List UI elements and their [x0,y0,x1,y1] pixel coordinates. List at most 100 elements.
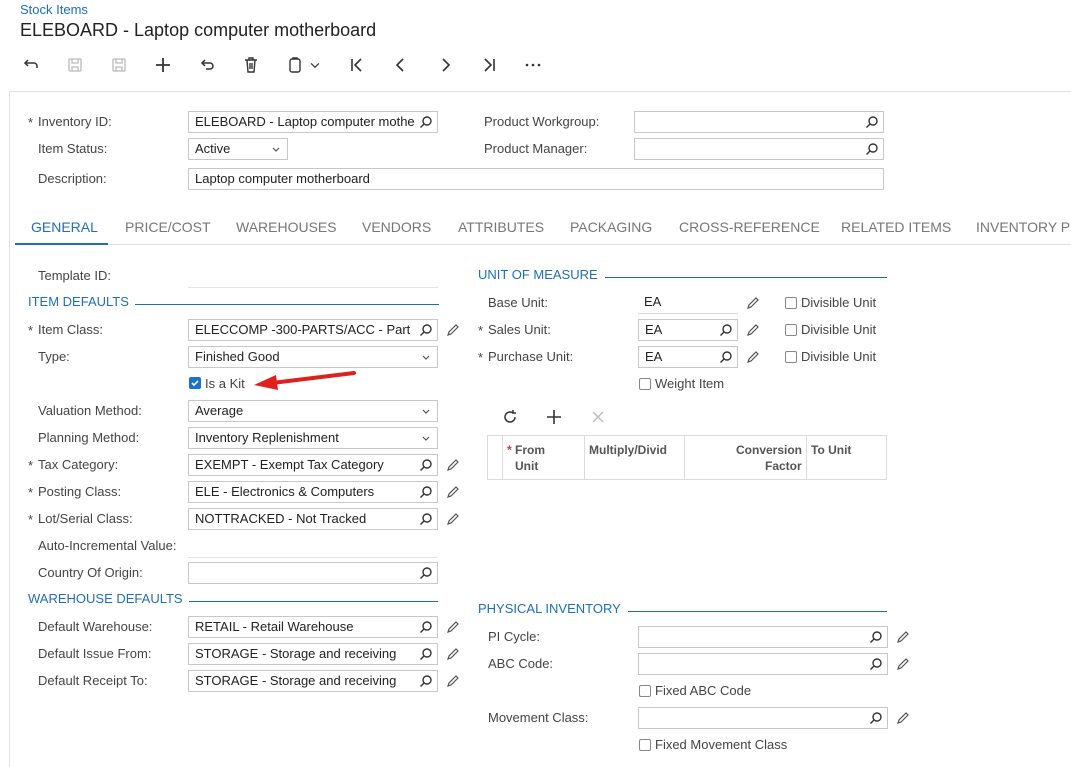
abc-code-field[interactable] [638,653,888,675]
weight-item-checkbox[interactable] [639,378,651,390]
tab-vendors[interactable]: VENDORS [362,219,431,235]
valuation-method-select[interactable]: Average [188,400,438,422]
search-icon[interactable] [719,323,733,337]
chevron-down-icon[interactable] [308,54,322,76]
tax-category-field[interactable]: EXEMPT - Exempt Tax Category [188,454,438,476]
type-select[interactable]: Finished Good [188,346,438,368]
description-field[interactable]: Laptop computer motherboard [188,168,884,190]
search-icon[interactable] [419,647,433,661]
lot-serial-class-field[interactable]: NOTTRACKED - Not Tracked [188,508,438,530]
tab-related-items[interactable]: RELATED ITEMS [841,219,951,235]
save-close-icon[interactable] [64,54,86,76]
item-class-field[interactable]: ELECCOMP -300-PARTS/ACC - Part [188,319,438,341]
movement-class-label: Movement Class: [488,710,589,725]
pi-cycle-field[interactable] [638,626,888,648]
default-receipt-to-field[interactable]: STORAGE - Storage and receiving [188,670,438,692]
divisible-unit-checkbox[interactable] [785,351,797,363]
section-divider [628,611,887,612]
back-icon[interactable] [20,54,42,76]
breadcrumb[interactable]: Stock Items [20,2,88,17]
divisible-unit-checkbox[interactable] [785,324,797,336]
pencil-icon[interactable] [746,323,760,337]
search-icon[interactable] [869,630,883,644]
product-workgroup-field[interactable] [634,111,884,133]
search-icon[interactable] [419,620,433,634]
default-warehouse-field[interactable]: RETAIL - Retail Warehouse [188,616,438,638]
pencil-icon[interactable] [446,485,460,499]
previous-record-icon[interactable] [390,54,412,76]
search-icon[interactable] [419,512,433,526]
pencil-icon[interactable] [446,458,460,472]
posting-class-field[interactable]: ELE - Electronics & Computers [188,481,438,503]
purchase-unit-field[interactable]: EA [638,346,738,368]
grid-header-to-unit[interactable]: To Unit [811,442,851,458]
is-a-kit-checkbox[interactable] [189,377,201,389]
grid-header-from-unit-line1[interactable]: From [515,442,545,458]
movement-class-field[interactable] [638,707,888,729]
default-issue-from-field[interactable]: STORAGE - Storage and receiving [188,643,438,665]
pencil-icon[interactable] [446,512,460,526]
divisible-unit-checkbox[interactable] [785,297,797,309]
grid-header-conversion-factor-line2[interactable]: Factor [765,458,802,474]
pencil-icon[interactable] [896,657,910,671]
fixed-abc-code-checkbox[interactable] [639,685,651,697]
tab-price-cost[interactable]: PRICE/COST [125,219,211,235]
tab-attributes[interactable]: ATTRIBUTES [458,219,544,235]
item-status-select[interactable]: Active [188,138,288,160]
product-manager-field[interactable] [634,138,884,160]
search-icon[interactable] [419,458,433,472]
pencil-icon[interactable] [446,620,460,634]
item-status-label: Item Status: [38,141,108,156]
search-icon[interactable] [419,566,433,580]
add-row-icon[interactable] [546,409,562,425]
search-icon[interactable] [869,657,883,671]
country-of-origin-field[interactable] [188,562,438,584]
tab-bar-divider [108,244,1071,245]
base-unit-field[interactable]: EA [638,292,738,314]
delete-icon[interactable] [240,54,262,76]
more-icon[interactable] [522,54,544,76]
search-icon[interactable] [719,350,733,364]
add-icon[interactable] [152,54,174,76]
planning-method-select[interactable]: Inventory Replenishment [188,427,438,449]
pencil-icon[interactable] [446,323,460,337]
tab-packaging[interactable]: PACKAGING [570,219,652,235]
pencil-icon[interactable] [896,630,910,644]
pencil-icon[interactable] [446,647,460,661]
template-id-field[interactable] [188,287,438,288]
pencil-icon[interactable] [746,296,760,310]
search-icon[interactable] [419,323,433,337]
purchase-unit-value: EA [645,349,663,364]
fixed-movement-class-label: Fixed Movement Class [655,737,788,752]
search-icon[interactable] [865,142,879,156]
search-icon[interactable] [419,674,433,688]
save-icon[interactable] [108,54,130,76]
search-icon[interactable] [419,485,433,499]
grid-header-conversion-factor-line1[interactable]: Conversion [736,442,802,458]
undo-icon[interactable] [196,54,218,76]
search-icon[interactable] [869,711,883,725]
copy-paste-icon[interactable] [284,54,306,76]
grid-header-from-unit-line2[interactable]: Unit [515,458,538,474]
pencil-icon[interactable] [446,674,460,688]
delete-row-icon[interactable] [590,409,606,425]
tab-inventory-planning[interactable]: INVENTORY PL [976,219,1071,235]
first-record-icon[interactable] [346,54,368,76]
auto-incremental-field[interactable] [188,557,438,558]
refresh-icon[interactable] [502,409,518,425]
search-icon[interactable] [419,115,433,129]
fixed-movement-class-checkbox[interactable] [639,739,651,751]
sales-unit-field[interactable]: EA [638,319,738,341]
grid-header-multiply-divide[interactable]: Multiply/Divid [589,442,667,458]
planning-method-value: Inventory Replenishment [195,430,339,445]
last-record-icon[interactable] [478,54,500,76]
tab-cross-reference[interactable]: CROSS-REFERENCE [679,219,820,235]
tab-warehouses[interactable]: WAREHOUSES [236,219,337,235]
grid-divider [684,436,685,479]
next-record-icon[interactable] [434,54,456,76]
search-icon[interactable] [865,115,879,129]
tab-general[interactable]: GENERAL [31,219,98,235]
pencil-icon[interactable] [746,350,760,364]
inventory-id-field[interactable]: ELEBOARD - Laptop computer mothe [188,111,438,133]
pencil-icon[interactable] [896,711,910,725]
